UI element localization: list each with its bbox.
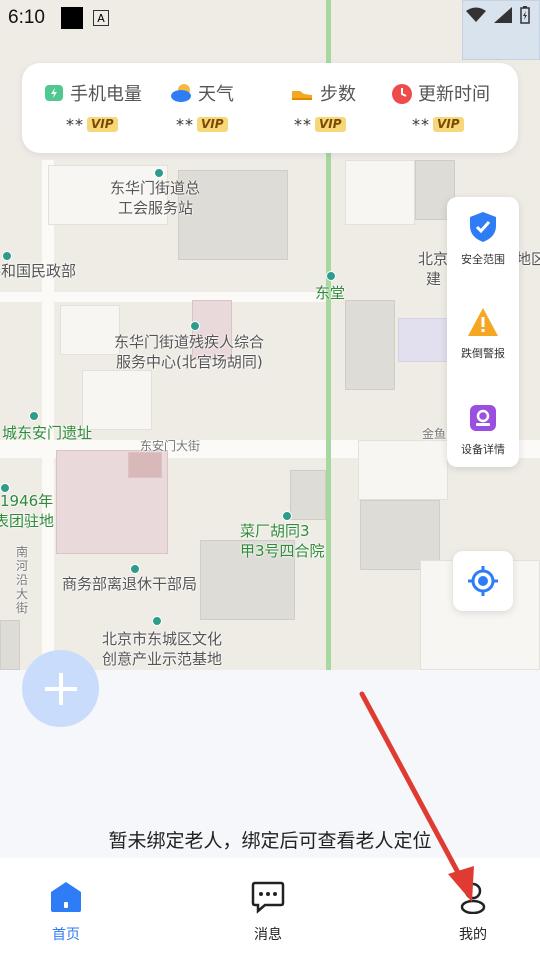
add-elder-button[interactable]: [22, 650, 99, 727]
map-label: 工会服务站: [118, 199, 194, 217]
vip-badge: VIP: [433, 117, 464, 132]
poi-marker[interactable]: [282, 511, 292, 521]
vip-badge: VIP: [87, 117, 118, 132]
tab-label: 首页: [52, 927, 80, 943]
map-label: 菜厂胡同3: [240, 522, 310, 540]
road: [0, 292, 326, 302]
device-details-button[interactable]: 设备详情: [447, 403, 519, 457]
metric-label: 步数: [320, 84, 356, 105]
metric-label: 天气: [198, 84, 234, 105]
poi-marker[interactable]: [190, 321, 200, 331]
home-icon: [51, 882, 81, 912]
map-block: [345, 160, 415, 225]
signal-icon: [494, 7, 512, 23]
map-block: [358, 440, 448, 500]
vip-badge: VIP: [197, 117, 228, 132]
status-bar: 6:10 A: [0, 0, 540, 36]
metric-update-time[interactable]: 更新时间 ** VIP: [390, 79, 510, 134]
a-icon: A: [92, 10, 109, 26]
map-label: 北京市东城区文化: [102, 630, 223, 648]
locate-button[interactable]: [453, 551, 513, 611]
poi-marker[interactable]: [2, 251, 12, 261]
metrics-card: 手机电量 ** VIP 天气 ** VIP 步数 ** VIP 更新时间 ** VIP: [22, 63, 518, 153]
battery-status-icon: [520, 6, 530, 24]
map-label: 服务中心(北官场胡同): [116, 353, 263, 371]
map-block: [60, 305, 120, 355]
metric-battery[interactable]: 手机电量 ** VIP: [42, 79, 162, 134]
metric-value: **: [412, 115, 430, 134]
shield-icon: [470, 212, 496, 242]
poi-marker[interactable]: [154, 168, 164, 178]
map-label: 创意产业示范基地: [102, 650, 223, 668]
road: [42, 160, 54, 680]
metric-weather[interactable]: 天气 ** VIP: [170, 79, 290, 134]
map-label: 北京: [418, 250, 449, 268]
map-block: [290, 470, 326, 520]
metric-value: **: [294, 115, 312, 134]
tab-bar: 首页 消息 我的: [0, 858, 540, 960]
map-block: [0, 620, 20, 670]
map-label: 地区: [516, 250, 540, 268]
map-label: 建: [426, 270, 442, 288]
tab-home[interactable]: 首页: [26, 880, 106, 944]
poi-marker[interactable]: [130, 564, 140, 574]
user-icon: [460, 882, 486, 915]
tab-label: 我的: [459, 927, 487, 943]
battery-icon: [45, 85, 63, 101]
side-panel: 安全范围 跌倒警报 设备详情: [447, 197, 519, 467]
unbound-hint: 暂未绑定老人，绑定后可查看老人定位: [108, 830, 432, 852]
safe-zone-label: 安全范围: [461, 253, 505, 266]
notification-icon: [60, 7, 83, 29]
map-label: 共和国民政部: [0, 262, 77, 280]
metric-value: **: [176, 115, 194, 134]
map-label: 商务部离退休干部局: [62, 575, 198, 593]
tab-profile[interactable]: 我的: [433, 880, 513, 944]
map-block: [82, 370, 152, 430]
status-time: 6:10: [8, 7, 45, 28]
wifi-icon: [466, 7, 486, 22]
poi-marker[interactable]: [152, 616, 162, 626]
chat-icon: [251, 881, 285, 914]
warning-icon: [468, 308, 498, 336]
street-label: 南河沿大街: [16, 545, 29, 615]
weather-cloud-icon: [171, 84, 191, 102]
fall-alert-label: 跌倒警报: [461, 347, 505, 360]
poi-marker[interactable]: [326, 271, 336, 281]
map-block: [345, 300, 395, 390]
plus-icon: [44, 672, 77, 705]
map-label: 1946年: [0, 492, 54, 510]
safe-zone-button[interactable]: 安全范围: [447, 211, 519, 267]
map-label: 东华门街道总: [110, 179, 201, 197]
device-details-label: 设备详情: [461, 443, 505, 456]
map-label: 甲3号四合院: [240, 542, 325, 560]
metric-label: 更新时间: [418, 84, 490, 105]
device-icon: [470, 405, 496, 431]
poi-marker[interactable]: [29, 411, 39, 421]
map-label: 表团驻地: [0, 512, 55, 530]
tab-label: 消息: [254, 927, 282, 943]
street-label: 东安门大街: [140, 439, 201, 453]
vip-badge: VIP: [315, 117, 346, 132]
metric-value: **: [66, 115, 84, 134]
shoe-icon: [292, 91, 312, 100]
map-label: 东华门街道残疾人综合: [114, 333, 265, 351]
map-label: 东堂: [315, 284, 346, 302]
tab-messages[interactable]: 消息: [228, 880, 308, 944]
map-block: [398, 318, 448, 362]
street-label: 金鱼: [422, 427, 447, 441]
locate-icon: [468, 566, 498, 596]
clock-icon: [392, 84, 412, 104]
fall-alert-button[interactable]: 跌倒警报: [447, 307, 519, 361]
metric-label: 手机电量: [70, 84, 142, 105]
map-label: 城东安门遗址: [2, 424, 93, 442]
